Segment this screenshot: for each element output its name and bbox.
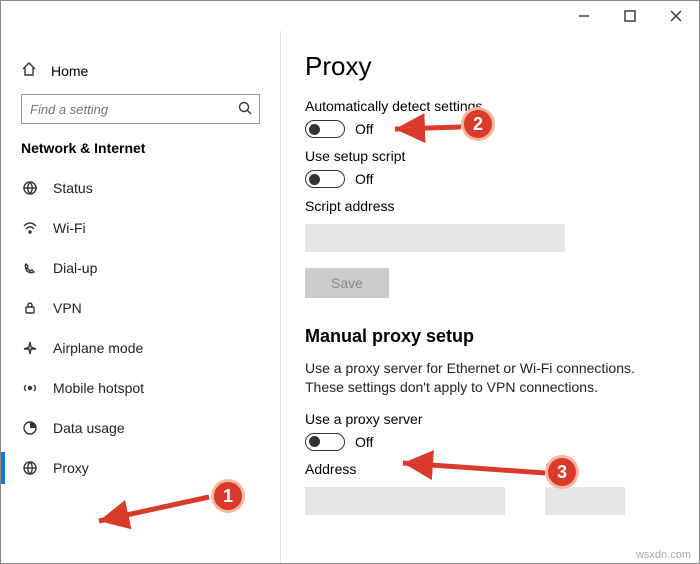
callout-arrow-2: [389, 115, 469, 141]
watermark: wsxdn.com: [636, 549, 691, 561]
use-script-state: Off: [355, 171, 373, 187]
callout-arrow-1: [91, 491, 211, 531]
proxy-icon: [21, 459, 39, 477]
save-button[interactable]: Save: [305, 268, 389, 298]
home-label: Home: [51, 63, 88, 79]
hotspot-icon: [21, 379, 39, 397]
sidebar-item-label: VPN: [53, 300, 82, 316]
sidebar-item-label: Data usage: [53, 420, 125, 436]
minimize-icon: [576, 8, 592, 24]
manual-description: Use a proxy server for Ethernet or Wi-Fi…: [305, 359, 675, 397]
callout-badge-1: 1: [211, 479, 245, 513]
sidebar-item-status[interactable]: Status: [1, 168, 280, 208]
callout-badge-3: 3: [545, 455, 579, 489]
sidebar-item-label: Dial-up: [53, 260, 97, 276]
use-script-label: Use setup script: [305, 148, 675, 164]
callout-arrow-3: [397, 455, 547, 485]
airplane-icon: [21, 339, 39, 357]
home-icon: [21, 61, 37, 80]
address-input[interactable]: [305, 487, 505, 515]
auto-detect-toggle[interactable]: [305, 120, 345, 138]
search-icon: [231, 100, 259, 119]
search-box[interactable]: [21, 94, 260, 124]
close-icon: [668, 8, 684, 24]
status-icon: [21, 179, 39, 197]
script-address-input[interactable]: [305, 224, 565, 252]
title-bar: ← Settings: [1, 1, 699, 31]
maximize-icon: [622, 8, 638, 24]
sidebar-item-label: Airplane mode: [53, 340, 143, 356]
sidebar-item-label: Mobile hotspot: [53, 380, 144, 396]
sidebar-item-dialup[interactable]: Dial-up: [1, 248, 280, 288]
sidebar-item-label: Wi-Fi: [53, 220, 86, 236]
sidebar-item-airplane[interactable]: Airplane mode: [1, 328, 280, 368]
dialup-icon: [21, 259, 39, 277]
manual-heading: Manual proxy setup: [305, 326, 675, 347]
home-nav[interactable]: Home: [1, 53, 280, 88]
vpn-icon: [21, 299, 39, 317]
port-input[interactable]: [545, 487, 625, 515]
sidebar-item-label: Proxy: [53, 460, 89, 476]
datausage-icon: [21, 419, 39, 437]
search-input[interactable]: [22, 102, 231, 117]
section-title: Network & Internet: [1, 136, 280, 168]
script-address-label: Script address: [305, 198, 675, 214]
sidebar-item-label: Status: [53, 180, 93, 196]
minimize-button[interactable]: [561, 1, 607, 31]
wifi-icon: [21, 219, 39, 237]
sidebar-item-wifi[interactable]: Wi-Fi: [1, 208, 280, 248]
auto-detect-state: Off: [355, 121, 373, 137]
maximize-button[interactable]: [607, 1, 653, 31]
sidebar-item-hotspot[interactable]: Mobile hotspot: [1, 368, 280, 408]
sidebar-item-datausage[interactable]: Data usage: [1, 408, 280, 448]
use-script-toggle[interactable]: [305, 170, 345, 188]
use-proxy-toggle[interactable]: [305, 433, 345, 451]
use-proxy-state: Off: [355, 434, 373, 450]
callout-badge-2: 2: [461, 107, 495, 141]
sidebar-item-vpn[interactable]: VPN: [1, 288, 280, 328]
page-title: Proxy: [305, 51, 675, 82]
close-button[interactable]: [653, 1, 699, 31]
use-proxy-label: Use a proxy server: [305, 411, 675, 427]
